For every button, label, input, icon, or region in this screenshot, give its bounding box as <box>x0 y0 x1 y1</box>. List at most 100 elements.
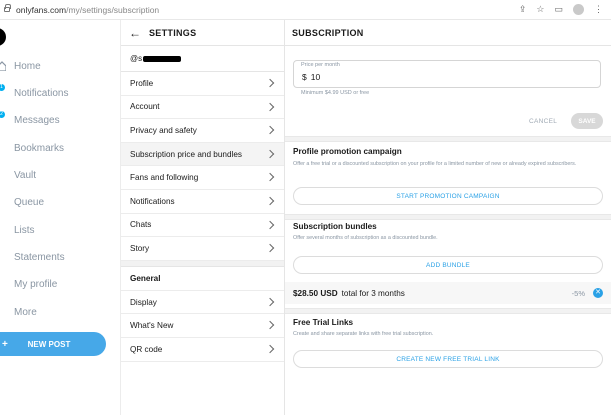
user-avatar[interactable] <box>0 28 6 46</box>
create-trial-link-button[interactable]: CREATE NEW FREE TRIAL LINK <box>293 350 603 368</box>
settings-item-profile[interactable]: Profile <box>121 72 284 96</box>
plus-icon: + <box>2 338 8 350</box>
subscription-header: SUBSCRIPTION <box>285 20 611 46</box>
subscription-panel: SUBSCRIPTION Price per month $10 Minimum… <box>285 20 611 415</box>
url-text[interactable]: onlyfans.com/my/settings/subscription <box>16 5 159 15</box>
new-post-label: NEW POST <box>27 339 71 349</box>
settings-item-label: Chats <box>130 220 152 230</box>
chevron-right-icon <box>265 344 275 354</box>
add-bundle-button[interactable]: ADD BUNDLE <box>293 256 603 274</box>
nav-item-lists[interactable]: Lists <box>0 220 121 240</box>
subscription-title: SUBSCRIPTION <box>292 27 364 38</box>
chevron-right-icon <box>265 173 275 182</box>
star-icon[interactable]: ☆ <box>536 4 544 15</box>
settings-item-chats[interactable]: Chats <box>121 214 284 238</box>
settings-menu: ← SETTINGS @s Profile Account Privacy an… <box>121 20 285 415</box>
lock-icon <box>4 4 11 12</box>
chevron-right-icon <box>265 220 275 229</box>
nav-label: Home <box>14 60 41 72</box>
settings-item-label: Fans and following <box>130 173 199 183</box>
back-arrow-icon[interactable]: ← <box>129 26 141 40</box>
nav-label: More <box>14 306 37 318</box>
settings-item-label: Display <box>130 297 157 307</box>
settings-title: SETTINGS <box>149 27 197 38</box>
nav-label: Statements <box>14 251 65 263</box>
settings-item-qr-code[interactable]: QR code <box>121 338 284 362</box>
redacted-username <box>143 55 182 62</box>
bundle-item: $28.50 USD total for 3 months -5% ✕ <box>285 282 611 304</box>
share-icon[interactable]: ⇪ <box>519 4 527 15</box>
settings-item-display[interactable]: Display <box>121 291 284 315</box>
chevron-right-icon <box>265 196 275 206</box>
price-input[interactable]: Price per month $10 <box>293 60 601 88</box>
settings-header: ← SETTINGS <box>121 20 284 46</box>
handle-text: @s <box>130 54 143 63</box>
main-nav: Home 1 Notifications 2 Messages Bookmark… <box>0 20 121 415</box>
settings-item-label: Profile <box>130 78 154 88</box>
price-hint: Minimum $4.99 USD or free <box>301 90 370 96</box>
save-button[interactable]: SAVE <box>571 113 603 129</box>
kebab-menu-icon[interactable]: ⋮ <box>594 4 603 15</box>
cancel-button[interactable]: CANCEL <box>529 118 557 125</box>
browser-url-bar[interactable]: onlyfans.com/my/settings/subscription ⇪ … <box>0 0 611 20</box>
nav-item-notifications[interactable]: 1 Notifications <box>0 83 121 103</box>
nav-item-queue[interactable]: Queue <box>0 192 121 212</box>
settings-item-label: Privacy and safety <box>130 125 197 135</box>
nav-item-statements[interactable]: Statements <box>0 247 121 267</box>
chevron-right-icon <box>265 149 275 159</box>
nav-item-vault[interactable]: Vault <box>0 165 121 185</box>
section-divider <box>285 214 611 220</box>
section-divider <box>285 308 611 314</box>
trial-description: Create and share separate links with fre… <box>293 331 434 337</box>
bundles-title: Subscription bundles <box>293 222 377 231</box>
chevron-right-icon <box>265 243 275 253</box>
settings-item-privacy[interactable]: Privacy and safety <box>121 119 284 143</box>
nav-item-home[interactable]: Home <box>0 56 121 76</box>
message-badge: 2 <box>0 111 5 118</box>
nav-item-bookmarks[interactable]: Bookmarks <box>0 138 121 158</box>
settings-item-label: Account <box>130 102 160 112</box>
nav-label: Bookmarks <box>14 142 65 154</box>
nav-label: Messages <box>14 114 60 126</box>
bundle-price: $28.50 USD <box>293 288 338 298</box>
extension-icon[interactable]: ▭ <box>554 4 563 15</box>
notification-badge: 1 <box>0 84 5 91</box>
price-amount: 10 <box>310 72 321 82</box>
settings-item-label: What's New <box>130 321 174 331</box>
promo-description: Offer a free trial or a discounted subsc… <box>293 161 577 167</box>
chevron-right-icon <box>265 78 275 88</box>
settings-item-account[interactable]: Account <box>121 96 284 120</box>
chevron-right-icon <box>265 321 275 330</box>
settings-item-label: Subscription price and bundles <box>130 149 242 159</box>
promo-title: Profile promotion campaign <box>293 147 402 156</box>
currency-symbol: $ <box>302 72 307 82</box>
remove-bundle-icon[interactable]: ✕ <box>593 288 603 298</box>
settings-item-story[interactable]: Story <box>121 237 284 261</box>
bundle-duration: total for 3 months <box>341 288 405 298</box>
nav-label: Vault <box>14 169 37 181</box>
chevron-right-icon <box>265 102 275 111</box>
price-value[interactable]: $10 <box>302 72 320 82</box>
settings-item-label: Story <box>130 243 150 253</box>
browser-profile-icon[interactable] <box>573 4 584 15</box>
nav-label: Lists <box>14 224 35 236</box>
settings-item-notifications[interactable]: Notifications <box>121 190 284 214</box>
new-post-button[interactable]: + NEW POST <box>0 332 106 356</box>
bundle-discount: -5% <box>571 288 585 298</box>
account-handle: @s <box>121 46 284 72</box>
settings-item-subscription[interactable]: Subscription price and bundles <box>121 142 284 167</box>
trial-title: Free Trial Links <box>293 318 354 327</box>
general-header: General <box>121 267 284 291</box>
settings-item-fans[interactable]: Fans and following <box>121 166 284 190</box>
start-promotion-button[interactable]: START PROMOTION CAMPAIGN <box>293 187 603 205</box>
nav-item-my-profile[interactable]: My profile <box>0 274 121 294</box>
nav-label: Queue <box>14 196 45 208</box>
settings-item-label: QR code <box>130 344 163 354</box>
nav-item-more[interactable]: More <box>0 302 121 322</box>
nav-item-messages[interactable]: 2 Messages <box>0 110 121 130</box>
chevron-right-icon <box>265 125 275 135</box>
chevron-right-icon <box>265 297 275 306</box>
browser-actions: ⇪ ☆ ▭ ⋮ <box>519 4 603 15</box>
settings-item-whats-new[interactable]: What's New <box>121 314 284 338</box>
price-label: Price per month <box>301 62 340 68</box>
